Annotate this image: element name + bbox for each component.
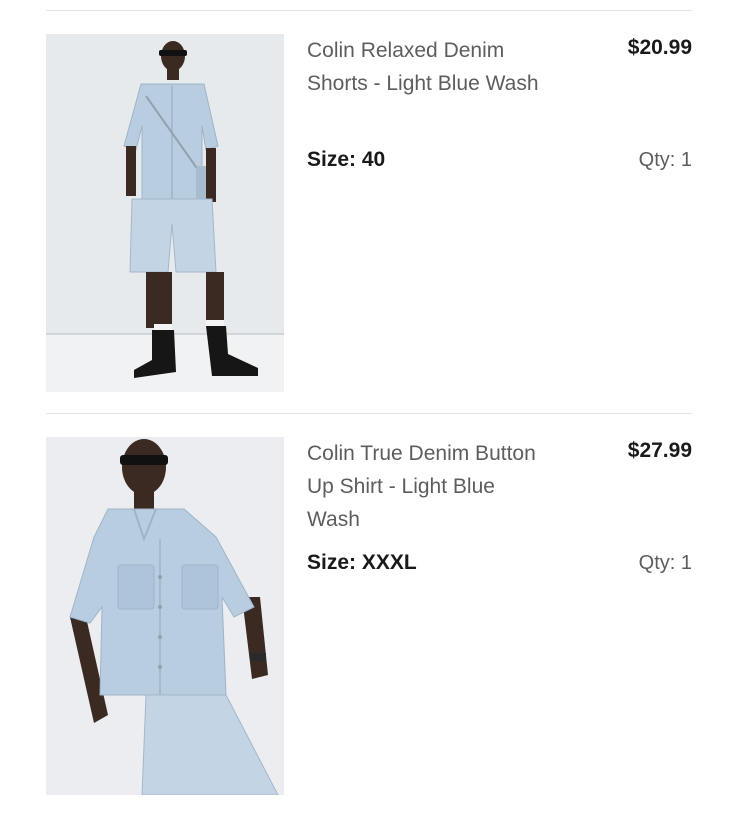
qty-label: Qty: — [638, 552, 676, 574]
cart-item-2[interactable]: Colin True Denim Button Up Shirt - Light… — [46, 437, 692, 795]
product-price: $20.99 — [627, 36, 692, 59]
qty-value: 1 — [680, 149, 692, 171]
cart-item-1[interactable]: Colin Relaxed Denim Shorts - Light Blue … — [46, 34, 692, 392]
qty-value: 1 — [680, 552, 692, 574]
size-label: Size: — [307, 551, 357, 574]
product-image-shorts[interactable] — [46, 34, 284, 392]
product-quantity: Qty: 1 — [639, 549, 692, 577]
divider-top — [46, 10, 692, 11]
size-value: XXXL — [361, 551, 417, 574]
product-size: Size: XXXL — [307, 549, 417, 577]
model-photo-shirt — [46, 437, 284, 795]
product-name[interactable]: Colin Relaxed Denim Shorts - Light Blue … — [307, 34, 547, 100]
product-size: Size: 40 — [307, 146, 385, 174]
size-label: Size: — [307, 148, 357, 171]
product-image-shirt[interactable] — [46, 437, 284, 795]
cart-items-list: Colin Relaxed Denim Shorts - Light Blue … — [0, 0, 738, 814]
product-price: $27.99 — [627, 439, 692, 462]
product-quantity: Qty: 1 — [639, 146, 692, 174]
product-name[interactable]: Colin True Denim Button Up Shirt - Light… — [307, 437, 547, 536]
model-photo-shorts — [46, 34, 284, 392]
qty-label: Qty: — [638, 149, 676, 171]
divider-middle — [46, 413, 692, 414]
size-value: 40 — [361, 148, 386, 171]
